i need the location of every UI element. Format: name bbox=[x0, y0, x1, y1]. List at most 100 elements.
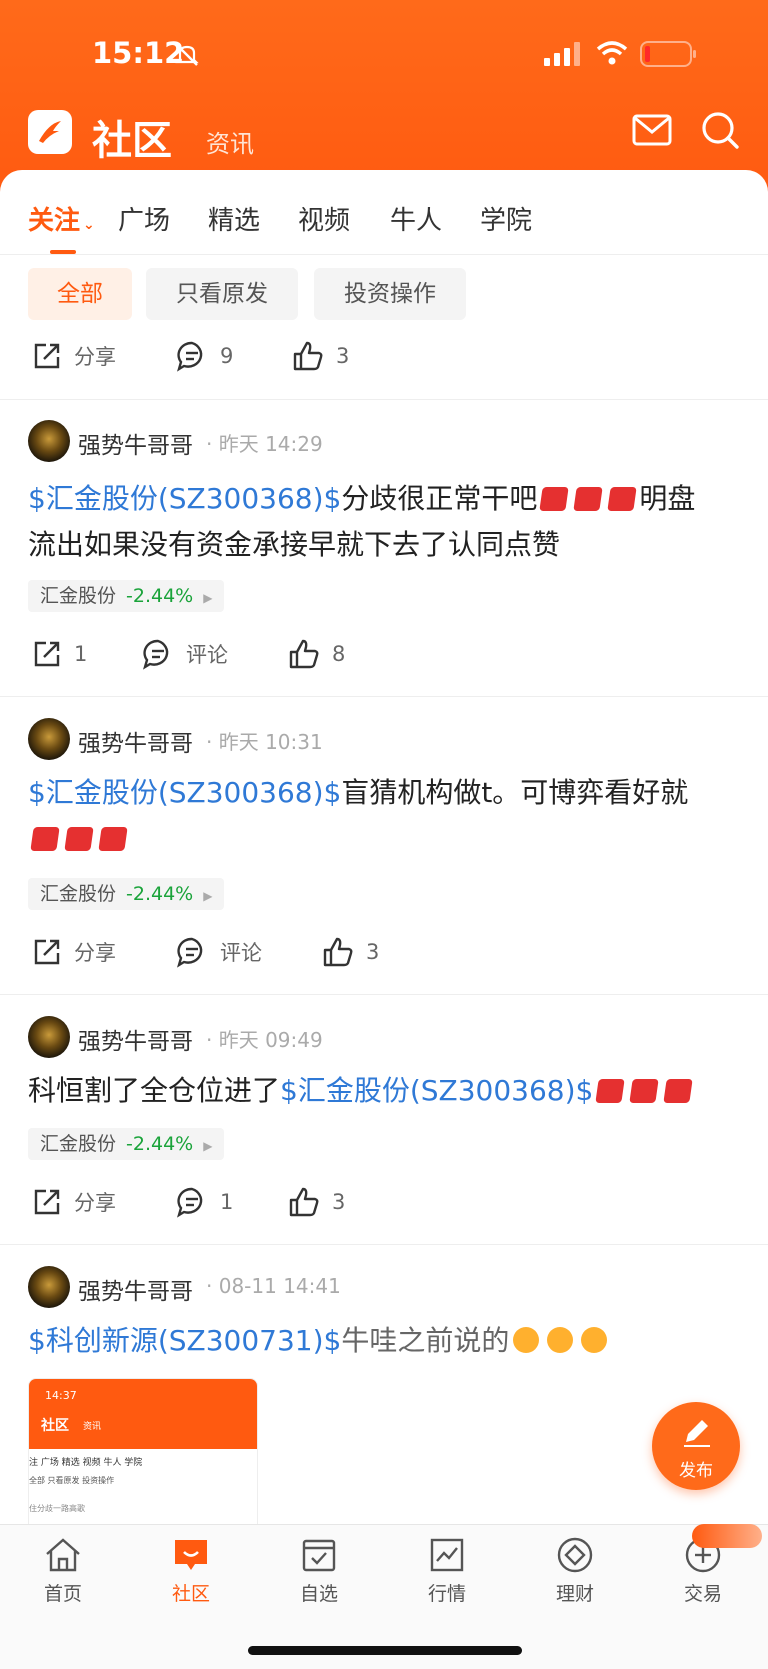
thumbnail-chips: 全部 只看原发 投资操作 bbox=[29, 1476, 115, 1485]
community-tabs: 关注 ⌄ 广场 精选 视频 牛人 学院 bbox=[0, 200, 768, 255]
blush-emoji-icon bbox=[513, 1327, 540, 1353]
triangle-right-icon: ▶ bbox=[203, 591, 213, 605]
stock-link[interactable]: $汇金股份(SZ300368)$ bbox=[28, 482, 341, 515]
stock-tag-name: 汇金股份 bbox=[40, 585, 117, 607]
comment-icon bbox=[177, 341, 203, 372]
stock-tag-change: -2.44% bbox=[126, 883, 194, 905]
nav-watchlist[interactable]: 自选 bbox=[274, 1537, 364, 1606]
publish-button[interactable]: 发布 bbox=[652, 1402, 740, 1490]
comment-label: 评论 bbox=[220, 941, 262, 965]
signal-icon bbox=[544, 42, 580, 66]
like-button[interactable]: 3 bbox=[292, 334, 349, 378]
stock-link[interactable]: $科创新源(SZ300731)$ bbox=[28, 1324, 341, 1357]
market-chart-icon bbox=[430, 1538, 464, 1572]
share-icon bbox=[34, 939, 60, 965]
stock-tag[interactable]: 汇金股份 -2.44% ▶ bbox=[28, 878, 225, 910]
thumbnail-subtitle: 资讯 bbox=[83, 1422, 102, 1432]
filter-operations[interactable]: 投资操作 bbox=[314, 268, 466, 320]
username[interactable]: 强势牛哥哥 bbox=[78, 1272, 193, 1306]
post-time: · 昨天 14:29 bbox=[206, 432, 323, 456]
divider bbox=[0, 1244, 768, 1245]
divider bbox=[0, 399, 768, 400]
comment-icon bbox=[177, 937, 203, 968]
promo-badge[interactable] bbox=[692, 1524, 762, 1548]
post-body: 科恒割了全仓位进了 bbox=[28, 1074, 281, 1107]
search-icon[interactable] bbox=[700, 110, 740, 150]
share-button[interactable]: 分享 bbox=[32, 334, 116, 378]
share-label: 分享 bbox=[74, 941, 116, 965]
stock-tag-name: 汇金股份 bbox=[40, 883, 117, 905]
filter-original[interactable]: 只看原发 bbox=[146, 268, 298, 320]
comment-button[interactable]: 评论 bbox=[176, 930, 262, 974]
bell-off-icon bbox=[175, 44, 199, 66]
divider bbox=[0, 994, 768, 995]
username[interactable]: 强势牛哥哥 bbox=[78, 1022, 193, 1056]
like-count: 3 bbox=[336, 344, 350, 368]
post-image[interactable]: 14:37 社区 资讯 注 广场 精选 视频 牛人 学院 全部 只看原发 投资操… bbox=[28, 1378, 258, 1528]
news-link[interactable]: 资讯 bbox=[206, 124, 254, 159]
stock-link[interactable]: $汇金股份(SZ300368)$ bbox=[28, 776, 341, 809]
nav-home[interactable]: 首页 bbox=[18, 1537, 108, 1606]
buy-emoji-icon bbox=[30, 827, 60, 851]
share-button[interactable]: 分享 bbox=[32, 1180, 116, 1224]
triangle-right-icon: ▶ bbox=[203, 1139, 213, 1153]
share-button[interactable]: 分享 bbox=[32, 930, 116, 974]
share-label: 分享 bbox=[74, 345, 116, 369]
nav-community[interactable]: 社区 bbox=[146, 1537, 236, 1606]
avatar[interactable] bbox=[28, 420, 70, 462]
thumbs-up-icon bbox=[289, 1187, 319, 1217]
stock-tag[interactable]: 汇金股份 -2.44% ▶ bbox=[28, 580, 225, 612]
username[interactable]: 强势牛哥哥 bbox=[78, 724, 193, 758]
like-button[interactable]: 8 bbox=[288, 632, 345, 676]
status-time: 15:12 bbox=[92, 36, 185, 70]
filter-all[interactable]: 全部 bbox=[28, 268, 132, 320]
post-body: 明盘 bbox=[639, 482, 696, 515]
nav-label: 自选 bbox=[299, 1583, 338, 1605]
post-text: 科恒割了全仓位进了$汇金股份(SZ300368)$ bbox=[28, 1068, 748, 1114]
tab-follow[interactable]: 关注 ⌄ bbox=[28, 200, 95, 237]
mail-icon[interactable] bbox=[632, 110, 672, 150]
tab-square[interactable]: 广场 bbox=[118, 200, 170, 237]
triangle-right-icon: ▶ bbox=[203, 889, 213, 903]
buy-emoji-icon bbox=[607, 487, 638, 511]
post-body: 牛哇之前说的 bbox=[341, 1324, 510, 1357]
avatar[interactable] bbox=[28, 718, 70, 760]
share-icon bbox=[34, 343, 60, 369]
chevron-down-icon: ⌄ bbox=[83, 217, 95, 233]
comment-button[interactable]: 1 bbox=[176, 1180, 233, 1224]
like-button[interactable]: 3 bbox=[322, 930, 379, 974]
comment-button[interactable]: 9 bbox=[176, 334, 233, 378]
stock-tag[interactable]: 汇金股份 -2.44% ▶ bbox=[28, 1128, 225, 1160]
comment-button[interactable]: 评论 bbox=[142, 632, 228, 676]
stock-tag-change: -2.44% bbox=[126, 1133, 194, 1155]
username[interactable]: 强势牛哥哥 bbox=[78, 426, 193, 460]
like-button[interactable]: 3 bbox=[288, 1180, 345, 1224]
avatar[interactable] bbox=[28, 1266, 70, 1308]
share-count: 1 bbox=[74, 642, 88, 666]
share-button[interactable]: 1 bbox=[32, 632, 87, 676]
tab-label: 关注 bbox=[28, 206, 81, 236]
thumbnail-title: 社区 bbox=[41, 1418, 69, 1434]
comment-label: 评论 bbox=[186, 643, 228, 667]
buy-emoji-icon bbox=[595, 1079, 626, 1103]
tab-video[interactable]: 视频 bbox=[298, 200, 350, 237]
post-text: $汇金股份(SZ300368)$盲猜机构做t。可博弈看好就 bbox=[28, 770, 748, 862]
divider bbox=[0, 696, 768, 697]
nav-wealth[interactable]: 理财 bbox=[530, 1537, 620, 1606]
stock-tag-name: 汇金股份 bbox=[40, 1133, 117, 1155]
nav-label: 行情 bbox=[427, 1583, 466, 1605]
comment-icon bbox=[177, 1187, 203, 1218]
buy-emoji-icon bbox=[573, 487, 604, 511]
nav-market[interactable]: 行情 bbox=[402, 1537, 492, 1606]
tab-academy[interactable]: 学院 bbox=[480, 200, 532, 237]
share-icon bbox=[34, 1189, 60, 1215]
tab-featured[interactable]: 精选 bbox=[208, 200, 260, 237]
nav-label: 交易 bbox=[683, 1583, 722, 1605]
like-count: 3 bbox=[366, 940, 380, 964]
stock-link[interactable]: $汇金股份(SZ300368)$ bbox=[280, 1074, 593, 1107]
tab-experts[interactable]: 牛人 bbox=[390, 200, 442, 237]
avatar[interactable] bbox=[28, 1016, 70, 1058]
post-body: 分歧很正常干吧 bbox=[341, 482, 538, 515]
battery-icon bbox=[640, 41, 696, 67]
home-indicator bbox=[248, 1646, 522, 1655]
